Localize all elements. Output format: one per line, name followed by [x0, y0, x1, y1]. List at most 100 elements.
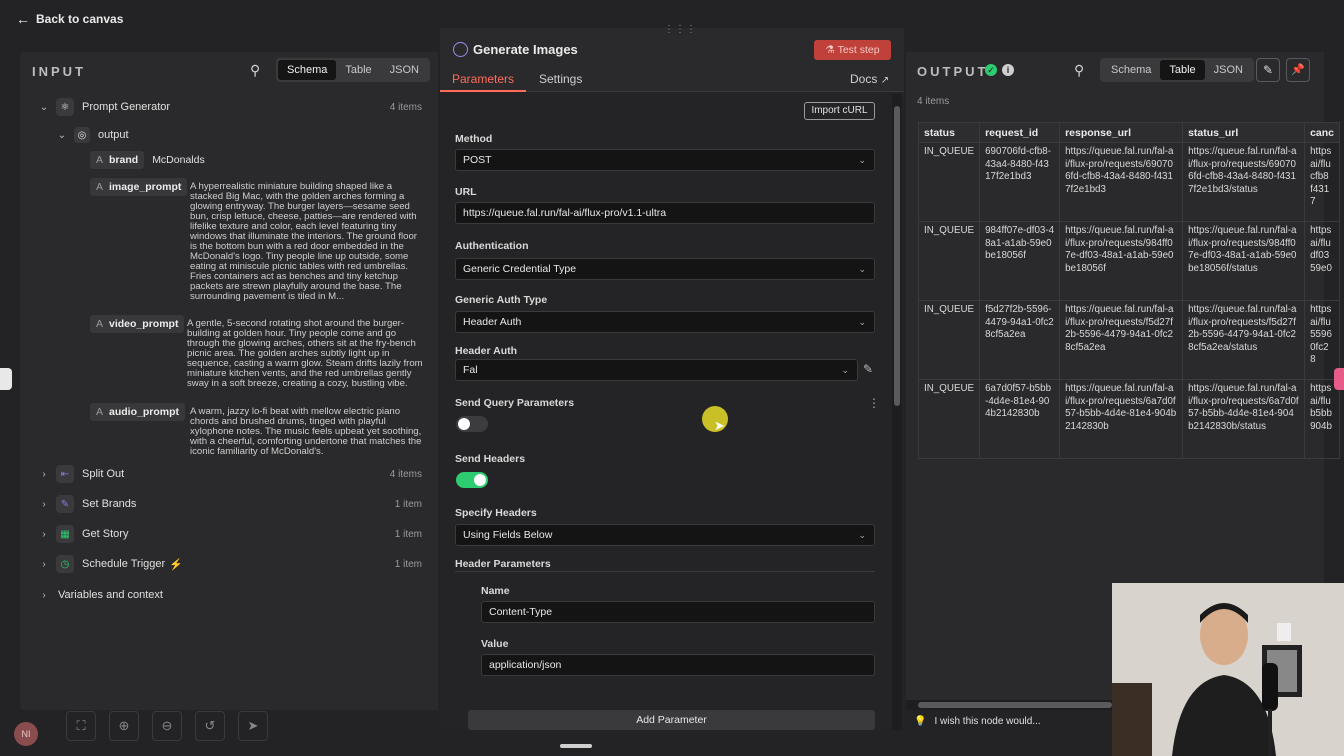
tab-json[interactable]: JSON [1205, 60, 1252, 80]
avatar[interactable]: NI [14, 722, 38, 746]
tree-node-variables[interactable]: › Variables and context [38, 585, 163, 605]
search-icon[interactable]: ⚲ [1074, 62, 1084, 79]
edit-output-icon[interactable]: ✎ [1256, 58, 1280, 82]
divider [455, 571, 875, 572]
table-cell[interactable]: https://queue.fal.run/fal-ai/flux-pro/re… [1059, 221, 1184, 301]
table-cell[interactable]: https ai/flu cfb8 f4317 [1304, 142, 1341, 222]
tab-json[interactable]: JSON [381, 60, 428, 80]
tree-node-prompt-generator[interactable]: ⌄ ⚛ Prompt Generator 4 items [38, 97, 434, 117]
method-label: Method [455, 133, 493, 145]
chevron-down-icon: ⌄ [57, 129, 67, 141]
table-cell[interactable]: https ai/flu 5596 0fc28 [1304, 300, 1341, 380]
active-tab-underline [440, 90, 526, 92]
drag-handle-icon[interactable]: ⋮⋮⋮ [664, 24, 697, 35]
input-title: INPUT [32, 64, 86, 79]
send-query-toggle[interactable] [456, 416, 488, 432]
zoom-out-icon[interactable]: ⊖ [152, 711, 182, 741]
table-cell[interactable]: https://queue.fal.run/fal-ai/flux-pro/re… [1182, 300, 1306, 380]
column-header[interactable]: request_id [979, 122, 1061, 143]
test-step-button[interactable]: ⚗ Test step [814, 40, 891, 60]
output-title: OUTPUT [917, 64, 989, 79]
tree-node-output[interactable]: ⌄ ◎ output [56, 125, 129, 145]
specify-headers-select[interactable]: Using Fields Below ⌄ [455, 524, 875, 546]
authentication-select[interactable]: Generic Credential Type ⌄ [455, 258, 875, 280]
table-cell[interactable]: 690706fd-cfb8-43a4-8480-f4317f2e1bd3 [979, 142, 1061, 222]
table-cell[interactable]: 984ff07e-df03-48a1-a1ab-59e0be18056f [979, 221, 1061, 301]
header-auth-select[interactable]: Fal ⌄ [455, 359, 858, 381]
scrollbar-track[interactable] [892, 94, 902, 730]
table-cell[interactable]: IN_QUEUE [917, 142, 981, 222]
tab-table[interactable]: Table [1160, 60, 1205, 80]
edit-credential-icon[interactable]: ✎ [863, 362, 873, 376]
table-cell[interactable]: https ai/flu df03 59e0 [1304, 221, 1341, 301]
add-parameter-button[interactable]: Add Parameter [468, 710, 875, 730]
node-title[interactable]: Generate Images [473, 42, 578, 57]
import-curl-button[interactable]: Import cURL [804, 102, 875, 120]
scrollbar-thumb[interactable] [894, 106, 900, 406]
tab-parameters[interactable]: Parameters [452, 72, 514, 86]
more-options-icon[interactable]: ⋮ [868, 396, 880, 410]
output-view-switch: Schema Table JSON [1100, 58, 1254, 82]
assistant-icon[interactable] [1334, 368, 1344, 390]
resize-handle[interactable] [560, 744, 592, 748]
info-icon[interactable]: i [1002, 64, 1014, 76]
fit-view-icon[interactable]: ⛶ [66, 711, 96, 741]
column-header[interactable]: canc [1304, 122, 1341, 143]
column-header[interactable]: status_url [1182, 122, 1306, 143]
field-key-chip[interactable]: Aimage_prompt [90, 178, 188, 196]
tree-node-split-out[interactable]: › ⇤ Split Out 4 items [38, 464, 434, 484]
back-to-canvas-link[interactable]: ← Back to canvas [16, 10, 123, 28]
undo-icon[interactable]: ↺ [195, 711, 225, 741]
horizontal-scrollbar[interactable] [906, 700, 1112, 710]
table-cell[interactable]: https ai/flu b5bb 904b [1304, 379, 1341, 459]
tab-schema[interactable]: Schema [1102, 60, 1160, 80]
scrollbar-thumb[interactable] [918, 702, 1112, 708]
generic-auth-select[interactable]: Header Auth ⌄ [455, 311, 875, 333]
table-cell[interactable]: IN_QUEUE [917, 300, 981, 380]
table-cell[interactable]: f5d27f2b-5596-4479-94a1-0fc28cf5a2ea [979, 300, 1061, 380]
table-cell[interactable]: https://queue.fal.run/fal-ai/flux-pro/re… [1182, 379, 1306, 459]
field-key-chip[interactable]: Aaudio_prompt [90, 403, 186, 421]
tree-node-set-brands[interactable]: › ✎ Set Brands 1 item [38, 494, 434, 514]
field-video-prompt: Avideo_prompt [90, 315, 185, 333]
column-header[interactable]: response_url [1059, 122, 1184, 143]
table-cell[interactable]: https://queue.fal.run/fal-ai/flux-pro/re… [1059, 300, 1184, 380]
table-cell[interactable]: 6a7d0f57-b5bb-4d4e-81e4-904b2142830b [979, 379, 1061, 459]
tab-schema[interactable]: Schema [278, 60, 337, 80]
back-label: Back to canvas [36, 12, 124, 26]
field-key-chip[interactable]: Avideo_prompt [90, 315, 185, 333]
tree-node-schedule-trigger[interactable]: › ◷ Schedule Trigger ⚡ 1 item [38, 554, 434, 574]
tree-node-get-story[interactable]: › ▦ Get Story 1 item [38, 524, 434, 544]
table-cell[interactable]: https://queue.fal.run/fal-ai/flux-pro/re… [1182, 142, 1306, 222]
pin-icon[interactable]: 📌 [1286, 58, 1310, 82]
pointer-icon[interactable]: ➤ [238, 711, 268, 741]
tab-table[interactable]: Table [336, 60, 380, 80]
table-cell[interactable]: https://queue.fal.run/fal-ai/flux-pro/re… [1059, 379, 1184, 459]
field-value: McDonalds [152, 154, 205, 166]
feedback-link[interactable]: 💡 I wish this node would... [914, 716, 1041, 727]
method-select[interactable]: POST ⌄ [455, 149, 875, 171]
send-headers-toggle[interactable] [456, 472, 488, 488]
node-name: Schedule Trigger [82, 558, 166, 570]
string-type-icon: A [96, 154, 104, 166]
field-image-prompt: Aimage_prompt [90, 178, 188, 196]
docs-link[interactable]: Docs ↗ [850, 72, 889, 86]
chevron-down-icon: ⌄ [841, 365, 849, 375]
table-cell[interactable]: https://queue.fal.run/fal-ai/flux-pro/re… [1059, 142, 1184, 222]
field-audio-prompt: Aaudio_prompt [90, 403, 186, 421]
node-name: Variables and context [58, 589, 163, 601]
search-icon[interactable]: ⚲ [250, 62, 260, 79]
header-value-input[interactable]: application/json [481, 654, 875, 676]
url-input[interactable]: https://queue.fal.run/fal-ai/flux-pro/v1… [455, 202, 875, 224]
specify-headers-label: Specify Headers [455, 507, 537, 519]
table-cell[interactable]: IN_QUEUE [917, 379, 981, 459]
sidebar-toggle-icon[interactable] [0, 368, 12, 390]
column-header[interactable]: status [917, 122, 981, 143]
arrow-left-icon: ← [16, 11, 30, 27]
header-name-input[interactable]: Content-Type [481, 601, 875, 623]
field-key-chip[interactable]: Abrand [90, 151, 145, 169]
zoom-in-icon[interactable]: ⊕ [109, 711, 139, 741]
table-cell[interactable]: IN_QUEUE [917, 221, 981, 301]
table-cell[interactable]: https://queue.fal.run/fal-ai/flux-pro/re… [1182, 221, 1306, 301]
tab-settings[interactable]: Settings [539, 72, 582, 86]
